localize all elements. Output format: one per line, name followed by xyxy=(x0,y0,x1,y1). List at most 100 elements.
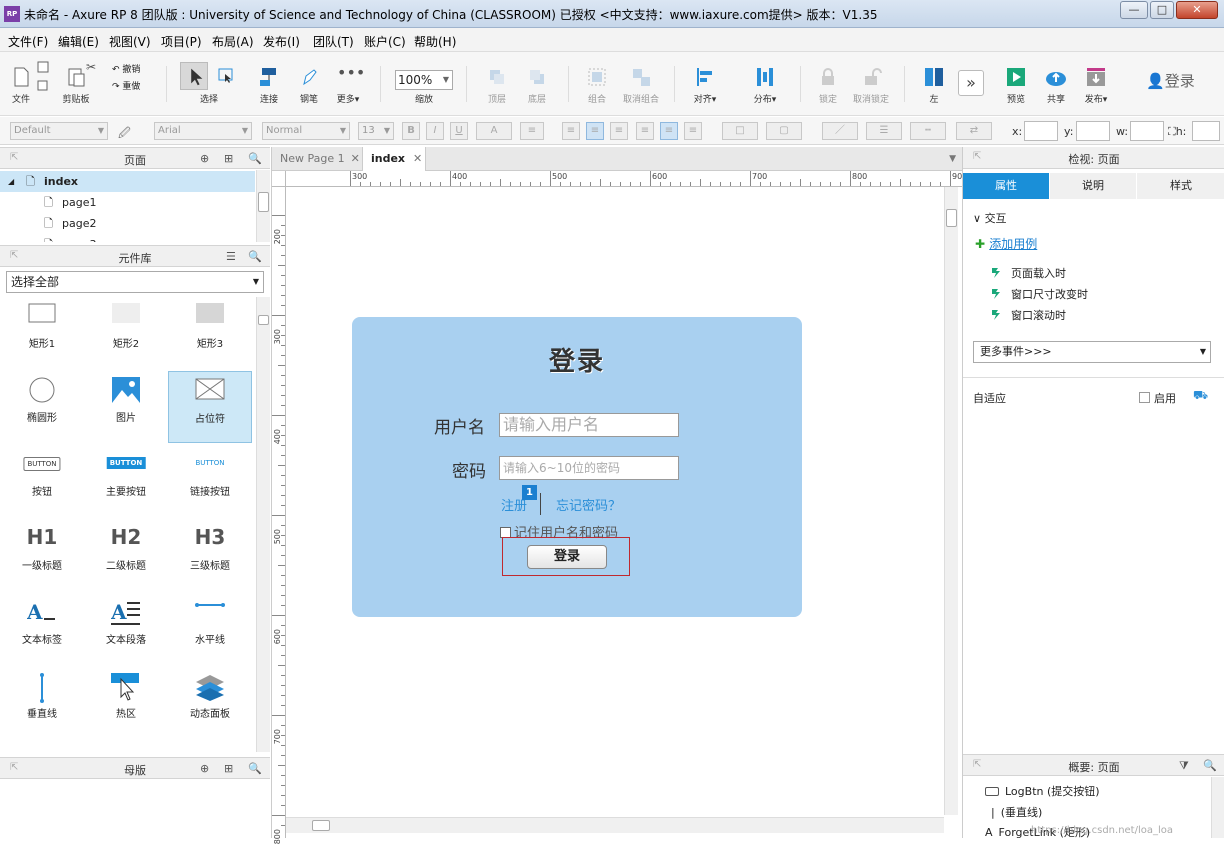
bold-button[interactable]: B xyxy=(402,122,420,140)
widget-primary-button[interactable]: BUTTON 主要按钮 xyxy=(84,445,168,517)
close-button[interactable]: ✕ xyxy=(1176,1,1218,19)
file-button[interactable]: 文件 xyxy=(6,52,36,112)
menu-project[interactable]: 项目(P) xyxy=(161,33,202,50)
widget-rect3[interactable]: 矩形3 xyxy=(168,297,252,369)
search-icon[interactable]: 🔍 xyxy=(248,152,262,165)
tree-item-index[interactable]: ◢ 🗋 index xyxy=(0,171,255,192)
tree-item-page2[interactable]: 🗋 page2 xyxy=(0,213,255,234)
tab-index[interactable]: index ✕ xyxy=(362,147,426,171)
menu-file[interactable]: 文件(F) xyxy=(8,33,48,50)
line-color-icon[interactable]: ／ xyxy=(822,122,858,140)
login-submit-button[interactable]: 登录 xyxy=(527,545,607,569)
shadow-icon[interactable]: ▢ xyxy=(766,122,802,140)
close-tab-icon[interactable]: ✕ xyxy=(413,152,422,165)
pen-button[interactable]: 钢笔 xyxy=(294,52,324,112)
widget-link-button[interactable]: BUTTON 链接按钮 xyxy=(168,445,252,517)
widget-h3[interactable]: H3 三级标题 xyxy=(168,519,252,591)
scroll-thumb[interactable] xyxy=(258,192,269,212)
menu-view[interactable]: 视图(V) xyxy=(109,33,151,50)
format-painter-icon[interactable]: 🖉 xyxy=(118,124,131,145)
preview-button[interactable]: 预览 xyxy=(1000,52,1032,112)
undo-button[interactable]: ↶ 撤销 xyxy=(112,62,140,75)
ungroup-button[interactable]: 取消组合 xyxy=(620,52,662,112)
menu-publish[interactable]: 发布(I) xyxy=(263,33,300,50)
tab-properties[interactable]: 属性 xyxy=(963,173,1049,199)
scroll-thumb[interactable] xyxy=(946,209,957,227)
copy-small-icon[interactable] xyxy=(36,78,50,92)
widget-hotspot[interactable]: 热区 xyxy=(84,667,168,739)
fill-color-icon[interactable]: □ xyxy=(722,122,758,140)
align-center-text-icon[interactable]: ≡ xyxy=(586,122,604,140)
menu-account[interactable]: 账户(C) xyxy=(364,33,406,50)
save-icon[interactable] xyxy=(36,60,50,74)
menu-icon[interactable]: ☰ xyxy=(226,250,236,263)
outline-item[interactable]: LogBtn (提交按钮) xyxy=(985,783,1100,799)
add-page-icon[interactable]: ⊕ xyxy=(200,152,209,165)
add-folder-icon[interactable]: ⊞ xyxy=(224,762,233,775)
close-tab-icon[interactable]: ✕ xyxy=(351,152,360,165)
expand-icon[interactable]: » xyxy=(958,70,984,96)
left-panel-button[interactable]: 左 xyxy=(918,52,950,112)
add-master-icon[interactable]: ⊕ xyxy=(200,762,209,775)
x-input[interactable] xyxy=(1024,121,1058,141)
font-color-button[interactable]: A xyxy=(476,122,512,140)
underline-button[interactable]: U xyxy=(450,122,468,140)
widget-h1[interactable]: H1 一级标题 xyxy=(0,519,84,591)
event-window-resize[interactable]: 窗口尺寸改变时 xyxy=(991,286,1088,302)
widget-text-label[interactable]: A 文本标签 xyxy=(0,593,84,665)
line-width-icon[interactable]: ☰ xyxy=(866,122,902,140)
widget-vline[interactable]: 垂直线 xyxy=(0,667,84,739)
search-icon[interactable]: 🔍 xyxy=(1203,759,1217,772)
weight-select[interactable]: Normal ▼ xyxy=(262,122,350,140)
italic-button[interactable]: I xyxy=(426,122,444,140)
scroll-thumb[interactable] xyxy=(312,820,330,831)
redo-button[interactable]: ↷ 重做 xyxy=(112,79,140,92)
canvas-h-scrollbar[interactable] xyxy=(286,817,944,833)
checkbox-box[interactable] xyxy=(1139,392,1150,403)
scroll-thumb[interactable] xyxy=(258,315,269,325)
widget-hline[interactable]: 水平线 xyxy=(168,593,252,665)
more-events-select[interactable]: 更多事件>>> ▼ xyxy=(973,341,1211,363)
interaction-section[interactable]: ∨ 交互 xyxy=(973,210,1007,226)
cut-icon[interactable]: ✂ xyxy=(86,60,96,74)
expand-arrow-icon[interactable]: ◢ xyxy=(8,171,14,192)
send-bottom-button[interactable]: 底层 xyxy=(520,52,554,112)
align-right-text-icon[interactable]: ≡ xyxy=(610,122,628,140)
distribute-button[interactable]: 分布▾ xyxy=(748,52,782,112)
tab-menu-icon[interactable]: ▼ xyxy=(949,154,956,164)
outline-scrollbar[interactable] xyxy=(1211,777,1224,838)
widget-ellipse[interactable]: 椭圆形 xyxy=(0,371,84,443)
valign-bottom-icon[interactable]: ≡ xyxy=(684,122,702,140)
valign-top-icon[interactable]: ≡ xyxy=(636,122,654,140)
search-icon[interactable]: 🔍 xyxy=(248,250,262,263)
adaptive-settings-icon[interactable]: ⛟ xyxy=(1193,388,1208,404)
menu-layout[interactable]: 布局(A) xyxy=(212,33,254,50)
outline-item[interactable]: | (垂直线) xyxy=(991,804,1042,820)
menu-edit[interactable]: 编辑(E) xyxy=(58,33,99,50)
enable-checkbox[interactable]: 启用 xyxy=(1139,390,1176,406)
menu-team[interactable]: 团队(T) xyxy=(313,33,354,50)
add-folder-icon[interactable]: ⊞ xyxy=(224,152,233,165)
widget-dynamic-panel[interactable]: 动态面板 xyxy=(168,667,252,739)
tree-item-page3[interactable]: 🗋 page3 xyxy=(0,234,255,242)
select-mode-button[interactable]: 选择 xyxy=(178,52,240,112)
event-window-scroll[interactable]: 窗口滚动时 xyxy=(991,307,1066,323)
login-button[interactable]: 👤登录 xyxy=(1146,70,1195,91)
widget-text-paragraph[interactable]: A 文本段落 xyxy=(84,593,168,665)
valign-middle-icon[interactable]: ≡ xyxy=(660,122,678,140)
arrow-style-icon[interactable]: ⇄ xyxy=(956,122,992,140)
login-card[interactable]: 登录 用户名 请输入用户名 密码 请输入6~10位的密码 注册 1 忘记密码？ … xyxy=(352,317,802,617)
tab-style[interactable]: 样式 xyxy=(1137,173,1224,199)
w-input[interactable] xyxy=(1130,121,1164,141)
connect-button[interactable]: 连接 xyxy=(254,52,284,112)
style-select[interactable]: Default ▼ xyxy=(10,122,108,140)
widget-button[interactable]: BUTTON 按钮 xyxy=(0,445,84,517)
lock-button[interactable]: 锁定 xyxy=(812,52,844,112)
size-select[interactable]: 13 ▼ xyxy=(358,122,394,140)
more-button[interactable]: ••• 更多▾ xyxy=(332,52,366,112)
library-scrollbar[interactable] xyxy=(256,297,270,752)
widget-placeholder[interactable]: 占位符 xyxy=(168,371,252,443)
group-button[interactable]: 组合 xyxy=(580,52,614,112)
widget-image[interactable]: 图片 xyxy=(84,371,168,443)
tab-new-page-1[interactable]: New Page 1 ✕ xyxy=(272,147,360,171)
